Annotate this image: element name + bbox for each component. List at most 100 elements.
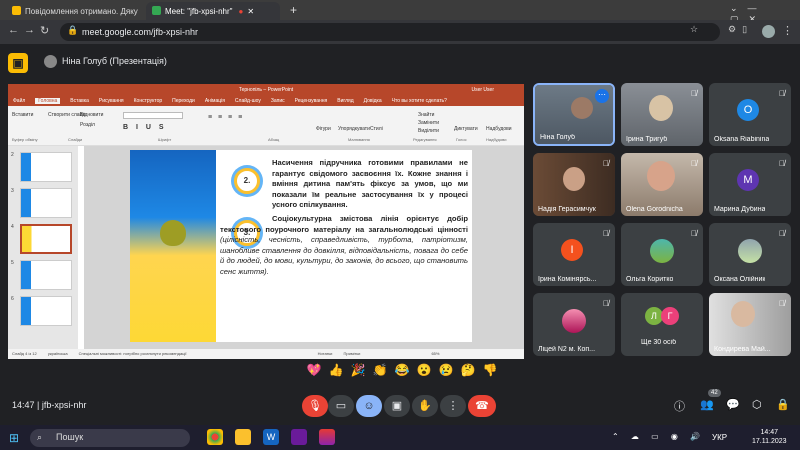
mic-off-icon: 🎙̸ (603, 229, 609, 238)
reaction-sad[interactable]: 😢 (438, 363, 454, 377)
participant-tile[interactable]: 🎙̸ Ольга Коритко (621, 223, 703, 286)
participant-tile[interactable]: 🎙̸ Ліцей N2 м. Коп... (533, 293, 615, 356)
slide-paragraph-2: Соціокультурна змістова лінія орієнтує д… (220, 214, 468, 277)
tab-favicon-icon (12, 6, 21, 15)
end-call-button[interactable]: ☎ (468, 395, 496, 417)
addins-button: Надбудови (486, 126, 512, 132)
forward-icon[interactable]: → (24, 24, 35, 36)
reaction-heart[interactable]: 💖 (306, 363, 322, 377)
ribbon-tab: Слайд-шоу (234, 98, 261, 104)
chat-icon[interactable]: 💬 (726, 398, 740, 411)
paste-button: Вставити (12, 112, 34, 118)
participant-tile[interactable]: ⋯ Ніна Голуб (533, 83, 615, 146)
host-controls-icon[interactable]: 🔒 (776, 398, 790, 411)
ribbon-group-label: Редагування (413, 137, 437, 142)
extensions-icon[interactable]: ⚙▯ (728, 24, 753, 35)
slide-number: 6 (11, 296, 14, 302)
participant-tile[interactable]: 🎙̸ Ірина Тригуб (621, 83, 703, 146)
recording-dot-icon: ● (238, 7, 244, 16)
clock-date: 17.11.2023 (752, 438, 787, 445)
address-actions[interactable]: ☆ (690, 24, 704, 35)
mic-off-icon: 🎙̸ (779, 299, 785, 308)
ribbon-group-label: Слайди (68, 137, 83, 142)
status-accessibility: Спеціальні можливості: потрібно розгляну… (78, 351, 187, 356)
system-tray-icons[interactable]: ⌃ ☁ ▭ ◉ 🔊 (612, 432, 705, 441)
camera-button[interactable]: ▭ (328, 395, 354, 417)
browser-tab-meet[interactable]: Meet: "jfb-xpsi-nhr" ● ✕ (146, 2, 280, 20)
viber-icon[interactable] (291, 429, 307, 445)
file-explorer-icon[interactable] (235, 429, 251, 445)
paragraph-2-italic: (цілісність, чесність, справедливість, т… (220, 235, 468, 276)
dictate-button: Диктувати (454, 126, 478, 132)
ribbon-group-label: Голос (456, 137, 467, 142)
browser-tab-messages[interactable]: Повідомлення отримано. Дяку (6, 2, 144, 20)
ribbon-tab: Конструктор (133, 98, 163, 104)
mic-off-icon: 🎙̸ (691, 229, 697, 238)
current-time: 14:47 (12, 400, 35, 410)
meet-favicon-icon (152, 6, 161, 15)
back-icon[interactable]: ← (8, 24, 19, 36)
lock-icon[interactable]: 🔒 (67, 25, 78, 36)
slide-counter: Слайд 4 із 12 (12, 351, 37, 356)
participant-name: Ірина Комінярсь... (538, 276, 597, 283)
reaction-surprised[interactable]: 😮 (416, 363, 432, 377)
app-icon[interactable] (319, 429, 335, 445)
url-field[interactable]: meet.google.com/jfb-xpsi-nhr (60, 23, 720, 41)
slide-thumbnail-selected (20, 224, 72, 254)
font-name-field (123, 112, 183, 119)
mic-off-icon: 🎙̸ (603, 299, 609, 308)
reload-icon[interactable]: ↻ (40, 24, 49, 37)
participant-tile[interactable]: І 🎙̸ Ірина Комінярсь... (533, 223, 615, 286)
find-button: Знайти (418, 112, 435, 118)
reaction-laugh[interactable]: 😂 (394, 363, 410, 377)
people-icon[interactable]: 👥 (700, 398, 714, 411)
reactions-button[interactable]: ☺ (356, 395, 382, 417)
participant-tile[interactable]: 🎙̸ Кондирева Май... (709, 293, 791, 356)
close-tab-icon[interactable]: ✕ (247, 7, 254, 16)
new-tab-button[interactable]: + (290, 3, 297, 17)
chrome-icon[interactable] (207, 429, 223, 445)
word-icon[interactable]: W (263, 429, 279, 445)
more-options-icon[interactable]: ⋯ (595, 89, 609, 103)
activities-icon[interactable]: ⬡ (752, 398, 762, 411)
participant-name: Марина Дубина (714, 206, 766, 213)
meeting-time: 14:47 | jfb-xpsi-nhr (12, 400, 87, 410)
ribbon-tab: Рисування (98, 98, 124, 104)
reaction-thumbs-down[interactable]: 👎 (482, 363, 498, 377)
raise-hand-button[interactable]: ✋ (412, 395, 438, 417)
participant-group-tile[interactable]: Л Г Ще 30 осіб (621, 293, 703, 356)
participant-face (647, 161, 675, 191)
mic-off-button[interactable]: 🎙 (302, 395, 328, 417)
participant-tile[interactable]: O 🎙̸ Oksana Riabinina (709, 83, 791, 146)
info-icon[interactable]: ⓘ (674, 398, 685, 414)
slide-thumbnail (20, 296, 72, 326)
presenter-label: Ніна Голуб (Презентація) (62, 56, 167, 66)
participant-face (571, 97, 593, 119)
participant-tile[interactable]: 🎙̸ Оксана Олійник (709, 223, 791, 286)
language-indicator[interactable]: УКР (712, 433, 727, 442)
ppt-user: User User (471, 87, 494, 93)
participant-tile[interactable]: М 🎙̸ Марина Дубина (709, 153, 791, 216)
reaction-party[interactable]: 🎉 (350, 363, 366, 377)
participant-tile[interactable]: 🎙̸ Надія Герасимчук (533, 153, 615, 216)
profile-avatar[interactable] (762, 25, 775, 38)
participant-name: Ще 30 осіб (641, 339, 677, 346)
reaction-clap[interactable]: 👏 (372, 363, 388, 377)
windows-start-icon[interactable]: ⊞ (9, 431, 19, 445)
participant-avatar: І (561, 239, 583, 261)
arrange-button: Упорядкувати (338, 126, 370, 132)
present-button[interactable]: ▣ (384, 395, 410, 417)
tab-title: Повідомлення отримано. Дяку (25, 7, 138, 16)
ribbon-tab: Рецензування (294, 98, 328, 104)
participant-avatar: O (737, 99, 759, 121)
slide-paragraph-1: Насичення підручника готовими правилами … (272, 158, 468, 209)
taskbar-search[interactable]: Пошук (30, 429, 190, 447)
more-options-button[interactable]: ⋮ (440, 395, 466, 417)
replace-button: Замінити (418, 120, 439, 126)
reaction-thinking[interactable]: 🤔 (460, 363, 476, 377)
participant-tile[interactable]: 🎙̸ Olena Gorodnicha (621, 153, 703, 216)
shapes-button: Фігури (316, 126, 331, 132)
reaction-thumbs-up[interactable]: 👍 (328, 363, 344, 377)
taskbar-clock[interactable]: 14:47 17.11.2023 (752, 428, 787, 446)
menu-icon[interactable]: ⋮ (782, 24, 793, 37)
